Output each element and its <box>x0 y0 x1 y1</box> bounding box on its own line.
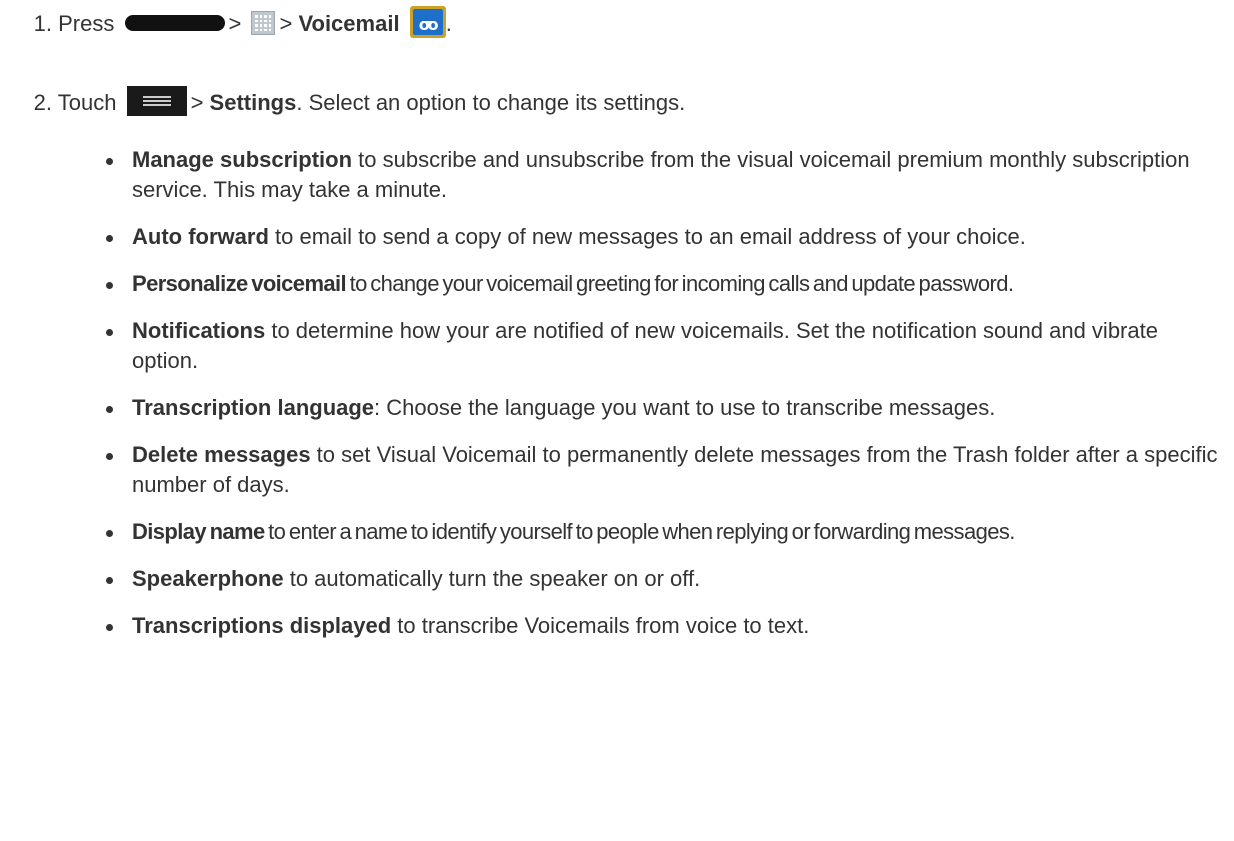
option-desc: : Choose the language you want to use to… <box>374 395 996 420</box>
step-number: 2. <box>33 89 52 115</box>
list-item: Personalize voicemail to change your voi… <box>100 269 1220 299</box>
home-key-icon <box>124 15 225 31</box>
separator: > <box>190 89 204 115</box>
list-item: Transcriptions displayed to transcribe V… <box>100 611 1220 641</box>
period: . <box>445 10 452 36</box>
option-term: Speakerphone <box>132 566 284 591</box>
press-text: Press <box>58 10 115 36</box>
separator: > <box>279 10 293 36</box>
option-term: Transcription language <box>132 395 375 420</box>
list-item: Auto forward to email to send a copy of … <box>100 222 1220 252</box>
option-desc: to email to send a copy of new messages … <box>268 224 1026 249</box>
voicemail-label: Voicemail <box>298 10 400 36</box>
voicemail-app-icon <box>409 6 446 40</box>
settings-options-list: Manage subscription to subscribe and uns… <box>100 145 1220 658</box>
apps-grid-icon <box>251 11 276 35</box>
option-term: Personalize voicemail <box>132 271 347 296</box>
step-2-text: . Select an option to change its setting… <box>296 89 686 115</box>
list-item: Manage subscription to subscribe and uns… <box>100 145 1220 205</box>
option-term: Transcriptions displayed <box>132 613 392 638</box>
step-1: 1. Press > > Voicemail . <box>0 6 452 44</box>
option-term: Manage subscription <box>132 147 353 172</box>
list-item: Notifications to determine how your are … <box>100 316 1220 376</box>
list-item: Speakerphone to automatically turn the s… <box>100 564 1220 594</box>
list-item: Display name to enter a name to identify… <box>100 517 1220 547</box>
option-desc: to transcribe Voicemails from voice to t… <box>391 613 810 638</box>
list-item: Transcription language: Choose the langu… <box>100 393 1220 423</box>
settings-label: Settings <box>209 89 297 115</box>
option-desc: to change your voicemail greeting for in… <box>346 271 1014 296</box>
step-2: 2. Touch > Settings. Select an option to… <box>0 86 685 122</box>
option-term: Notifications <box>132 318 266 343</box>
option-desc: to determine how your are notified of ne… <box>132 318 1158 373</box>
separator: > <box>228 10 242 36</box>
option-desc: to enter a name to identify yourself to … <box>264 519 1015 544</box>
list-item: Delete messages to set Visual Voicemail … <box>100 440 1220 500</box>
option-term: Delete messages <box>132 442 311 467</box>
option-term: Auto forward <box>132 224 269 249</box>
option-desc: to automatically turn the speaker on or … <box>283 566 701 591</box>
menu-key-icon <box>126 86 187 116</box>
option-term: Display name <box>132 519 265 544</box>
touch-text: Touch <box>57 89 117 115</box>
step-number: 1. <box>33 10 52 36</box>
